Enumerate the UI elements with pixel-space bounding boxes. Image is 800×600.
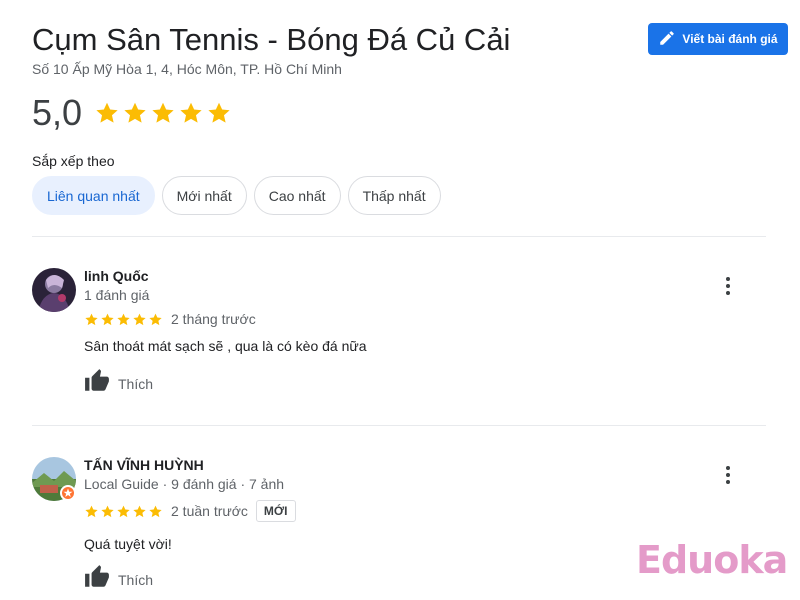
star-icon — [85, 313, 98, 325]
star-icon — [180, 102, 202, 123]
rating-value: 5,0 — [32, 92, 83, 133]
overall-rating: 5,0 — [32, 92, 232, 134]
review-stars — [84, 312, 163, 327]
like-button[interactable]: Thích — [84, 564, 153, 595]
thumbs-up-icon — [84, 368, 110, 399]
divider — [32, 236, 766, 237]
place-address: Số 10 Ấp Mỹ Hòa 1, 4, Hóc Môn, TP. Hồ Ch… — [32, 61, 342, 77]
star-icon — [149, 505, 162, 517]
star-icon — [101, 313, 114, 325]
reviewer-name[interactable]: TẤN VĨNH HUỲNH — [84, 457, 204, 473]
star-icon — [117, 505, 130, 517]
write-review-label: Viết bài đánh giá — [682, 32, 778, 46]
star-icon — [149, 313, 162, 325]
sort-chip-lowest[interactable]: Thấp nhất — [347, 176, 441, 215]
reviewer-name[interactable]: linh Quốc — [84, 268, 149, 284]
review-rating-line: 2 tháng trước — [84, 311, 256, 327]
star-icon — [133, 313, 146, 325]
review-time: 2 tháng trước — [171, 311, 256, 327]
watermark-logo: Eduoka — [636, 538, 788, 582]
star-icon — [208, 102, 230, 123]
reviewer-meta: 1 đánh giá — [84, 287, 150, 303]
reviewer-meta: Local Guide · 9 đánh giá · 7 ảnh — [84, 476, 285, 492]
new-badge: MỚI — [255, 500, 296, 522]
divider — [32, 425, 766, 426]
sort-chip-newest[interactable]: Mới nhất — [161, 176, 247, 215]
star-icon — [96, 102, 118, 123]
like-label: Thích — [118, 375, 154, 392]
more-vertical-icon[interactable] — [718, 463, 738, 487]
write-review-button[interactable]: Viết bài đánh giá — [648, 23, 788, 55]
star-icon — [133, 505, 146, 517]
review-text: Sân thoát mát sạch sẽ , qua là có kèo đá… — [84, 338, 367, 354]
star-icon — [85, 505, 98, 517]
place-title: Cụm Sân Tennis - Bóng Đá Củ Cải — [32, 22, 511, 57]
pencil-icon — [658, 29, 676, 50]
review-stars — [84, 504, 163, 519]
review-item: linh Quốc 1 đánh giá 2 tháng trước Sân t… — [32, 268, 766, 418]
review-text: Quá tuyệt vời! — [84, 536, 172, 552]
sort-chip-highest[interactable]: Cao nhất — [253, 176, 341, 215]
star-icon — [101, 505, 114, 517]
review-rating-line: 2 tuần trước MỚI — [84, 500, 296, 522]
more-vertical-icon[interactable] — [718, 274, 738, 298]
sort-chip-relevant[interactable]: Liên quan nhất — [32, 176, 155, 215]
avatar[interactable] — [32, 268, 76, 312]
like-label: Thích — [118, 571, 154, 588]
star-icon — [117, 313, 130, 325]
sort-label: Sắp xếp theo — [32, 153, 115, 169]
star-icon — [124, 102, 146, 123]
rating-stars — [94, 100, 232, 126]
like-button[interactable]: Thích — [84, 368, 153, 399]
review-time: 2 tuần trước — [171, 503, 248, 519]
star-icon — [152, 102, 174, 123]
sort-options: Liên quan nhất Mới nhất Cao nhất Thấp nh… — [32, 176, 441, 215]
thumbs-up-icon — [84, 564, 110, 595]
local-guide-badge-icon — [60, 485, 76, 501]
